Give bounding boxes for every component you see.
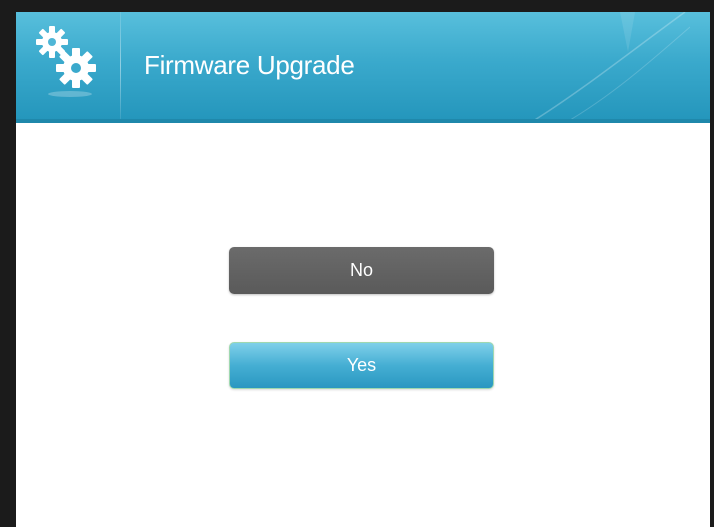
gears-icon	[36, 26, 96, 97]
dialog-title: Firmware Upgrade	[144, 50, 355, 80]
header-gloss	[529, 12, 690, 123]
dialog-header: Firmware Upgrade	[16, 12, 710, 123]
yes-button[interactable]: Yes	[229, 342, 494, 389]
header-divider	[120, 12, 121, 119]
no-button[interactable]: No	[229, 247, 494, 294]
firmware-upgrade-window: Firmware Upgrade No Yes	[0, 0, 714, 527]
